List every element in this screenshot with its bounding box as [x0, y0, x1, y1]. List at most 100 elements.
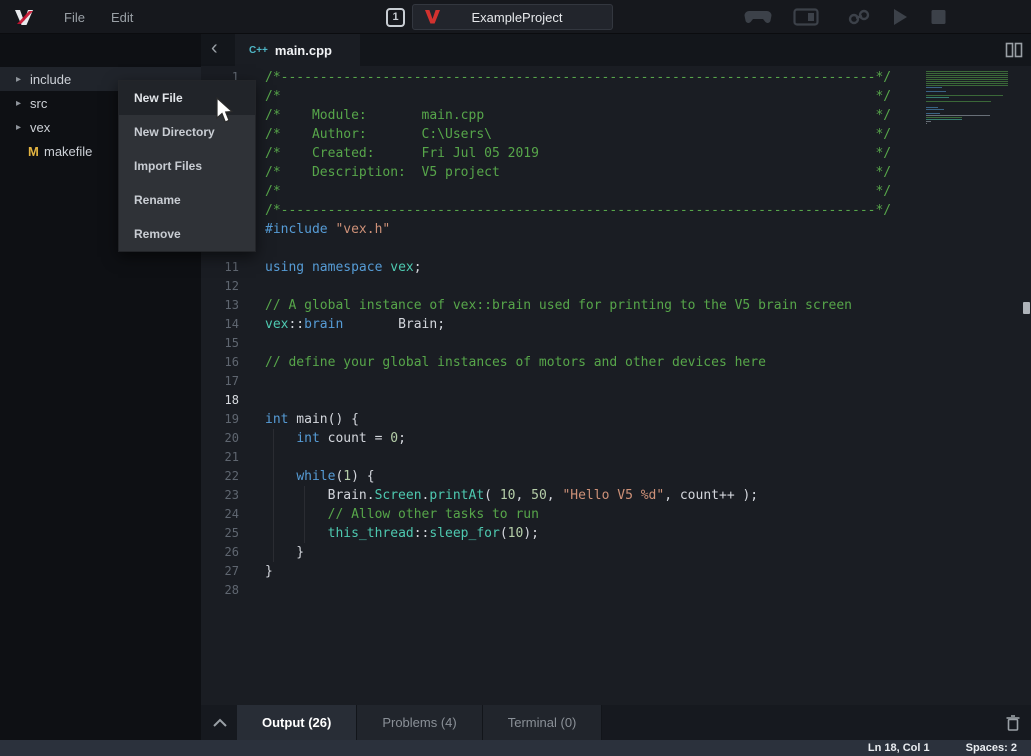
- line-number: 16: [201, 353, 239, 372]
- code-text: #include "vex.h": [239, 220, 390, 239]
- code-line: 23 Brain.Screen.printAt( 10, 50, "Hello …: [201, 486, 1031, 505]
- context-menu-item-import-files[interactable]: Import Files: [119, 149, 255, 183]
- indent-guide: [273, 505, 274, 524]
- code-text: while(1) {: [239, 467, 375, 486]
- minimap-line: [926, 79, 1008, 80]
- minimap-line: [926, 117, 962, 118]
- bottom-panel-bar: Output (26)Problems (4)Terminal (0): [201, 705, 1031, 740]
- sidebar-item-label: include: [30, 72, 71, 87]
- indent-guide: [273, 467, 274, 486]
- cursor-position[interactable]: Ln 18, Col 1: [868, 742, 930, 754]
- code-line: 24 // Allow other tasks to run: [201, 505, 1031, 524]
- makefile-icon: M: [28, 144, 44, 159]
- code-line: 2/* */: [201, 87, 1031, 106]
- code-line: 8/*-------------------------------------…: [201, 201, 1031, 220]
- indent-guide: [273, 486, 274, 505]
- folder-arrow-icon[interactable]: ▸: [16, 122, 30, 133]
- code-line: 18: [201, 391, 1031, 410]
- code-line: 27}: [201, 562, 1031, 581]
- project-title-button[interactable]: ExampleProject: [412, 4, 613, 30]
- code-line: 28: [201, 581, 1031, 600]
- code-lines: 1/*-------------------------------------…: [201, 66, 1031, 600]
- code-text: this_thread::sleep_for(10);: [239, 524, 539, 543]
- minimap-line: [926, 87, 942, 88]
- indent-guide: [304, 505, 305, 524]
- play-icon[interactable]: [891, 7, 909, 27]
- brain-icon[interactable]: [793, 7, 819, 27]
- project-name: ExampleProject: [440, 10, 594, 25]
- code-line: 22 while(1) {: [201, 467, 1031, 486]
- code-text: int count = 0;: [239, 429, 406, 448]
- slot-indicator[interactable]: 1: [386, 8, 405, 27]
- line-number: 18: [201, 391, 239, 410]
- indent-guide: [273, 448, 274, 467]
- code-text: using namespace vex;: [239, 258, 422, 277]
- minimap-line: [926, 107, 938, 108]
- folder-arrow-icon[interactable]: ▸: [16, 74, 30, 85]
- code-line: 20 int count = 0;: [201, 429, 1031, 448]
- minimap-line: [926, 109, 944, 110]
- code-line: 10: [201, 239, 1031, 258]
- code-line: 7/* */: [201, 182, 1031, 201]
- minimap-line: [926, 75, 1008, 76]
- minimap-line: [926, 121, 931, 122]
- indent-guide: [273, 524, 274, 543]
- panel-tab-output[interactable]: Output (26): [237, 705, 357, 740]
- code-text: /* Created: Fri Jul 05 2019 */: [239, 144, 891, 163]
- indent-guide: [304, 524, 305, 543]
- menu-edit[interactable]: Edit: [111, 10, 133, 25]
- indent-setting[interactable]: Spaces: 2: [966, 742, 1017, 754]
- back-chevron-icon[interactable]: ‹: [211, 37, 227, 60]
- line-number: 25: [201, 524, 239, 543]
- line-number: 11: [201, 258, 239, 277]
- mouse-cursor: [215, 97, 235, 125]
- tab-main-cpp[interactable]: C++ main.cpp: [235, 34, 360, 66]
- code-text: /* Description: V5 project */: [239, 163, 891, 182]
- code-line: 17: [201, 372, 1031, 391]
- code-text: /* Author: C:\Users\ */: [239, 125, 891, 144]
- code-line: 26 }: [201, 543, 1031, 562]
- minimap[interactable]: [926, 71, 1010, 127]
- stop-icon[interactable]: [929, 7, 947, 27]
- controller-icon[interactable]: [744, 7, 772, 27]
- context-menu-item-remove[interactable]: Remove: [119, 217, 255, 251]
- menu-file[interactable]: File: [64, 10, 85, 25]
- folder-arrow-icon[interactable]: ▸: [16, 98, 30, 109]
- indent-guide: [273, 429, 274, 448]
- split-editor-icon[interactable]: [1005, 42, 1023, 58]
- menu-bar: File Edit: [64, 0, 133, 34]
- code-line: 9#include "vex.h": [201, 220, 1031, 239]
- code-line: 14vex::brain Brain;: [201, 315, 1031, 334]
- panel-tab-terminal[interactable]: Terminal (0): [483, 705, 603, 740]
- minimap-line: [926, 83, 1008, 84]
- sidebar-item-label: src: [30, 96, 47, 111]
- status-bar: Ln 18, Col 1 Spaces: 2: [0, 740, 1031, 756]
- cpp-file-icon: C++: [249, 45, 268, 56]
- code-line: 11using namespace vex;: [201, 258, 1031, 277]
- code-line: 16// define your global instances of mot…: [201, 353, 1031, 372]
- minimap-line: [926, 71, 1008, 72]
- code-text: vex::brain Brain;: [239, 315, 445, 334]
- code-text: }: [239, 562, 273, 581]
- scrollbar-thumb[interactable]: [1023, 302, 1030, 314]
- line-number: 23: [201, 486, 239, 505]
- download-icon[interactable]: [847, 7, 871, 27]
- trash-icon[interactable]: [1005, 714, 1021, 732]
- panel-tab-problems[interactable]: Problems (4): [357, 705, 482, 740]
- line-number: 28: [201, 581, 239, 600]
- code-text: /* Module: main.cpp */: [239, 106, 891, 125]
- sidebar-item-label: vex: [30, 120, 50, 135]
- code-editor[interactable]: 1/*-------------------------------------…: [201, 66, 1031, 705]
- context-menu-item-rename[interactable]: Rename: [119, 183, 255, 217]
- line-number: 22: [201, 467, 239, 486]
- tab-label: main.cpp: [275, 43, 332, 58]
- minimap-line: [926, 97, 949, 98]
- code-text: [239, 277, 265, 296]
- vex-logo-icon: [14, 8, 40, 26]
- minimap-line: [926, 91, 946, 92]
- code-line: 21: [201, 448, 1031, 467]
- line-number: 15: [201, 334, 239, 353]
- expand-panel-icon[interactable]: [211, 716, 229, 730]
- code-text: Brain.Screen.printAt( 10, 50, "Hello V5 …: [239, 486, 758, 505]
- code-line: 19int main() {: [201, 410, 1031, 429]
